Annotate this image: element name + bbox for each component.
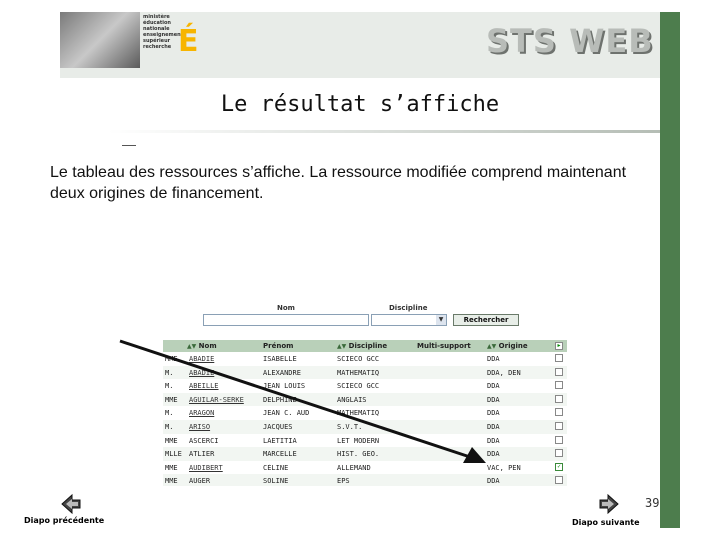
arrow-left-icon[interactable] xyxy=(60,492,82,516)
next-slide-button[interactable]: Diapo suivante xyxy=(572,518,640,527)
page-number: 39 xyxy=(645,496,660,510)
annotation-arrow xyxy=(119,339,486,463)
arrow-right-icon[interactable] xyxy=(598,492,620,516)
prev-slide-button[interactable]: Diapo précédente xyxy=(24,516,104,525)
